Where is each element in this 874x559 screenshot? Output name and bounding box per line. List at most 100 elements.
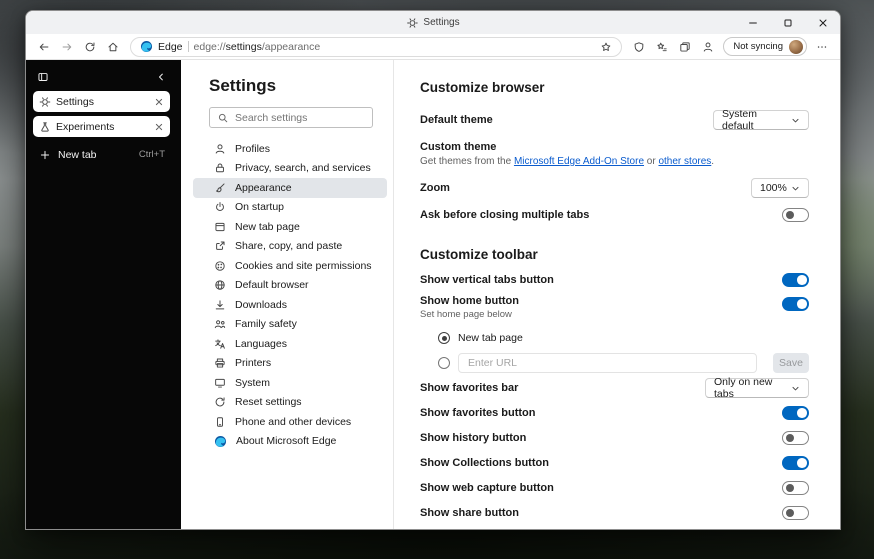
row-label: Show vertical tabs button — [420, 274, 554, 286]
row-label: Show home button — [420, 295, 519, 307]
back-arrow-icon — [38, 41, 50, 53]
browser-essentials-button[interactable] — [628, 37, 650, 57]
user-button[interactable] — [697, 37, 719, 57]
tab-label: Settings — [56, 95, 94, 108]
address-bar[interactable]: Edge edge://settings/appearance — [130, 36, 623, 57]
row-label: Show Collections button — [420, 457, 549, 469]
sidebar-item-new-tab-page[interactable]: New tab page — [193, 217, 387, 237]
refresh-icon — [84, 41, 96, 53]
zoom-dropdown[interactable]: 100% — [751, 178, 809, 198]
minimize-button[interactable] — [735, 11, 770, 34]
sidebar-item-cookies-and-site-permissions[interactable]: Cookies and site permissions — [193, 256, 387, 276]
sidebar-item-appearance[interactable]: Appearance — [193, 178, 387, 198]
forward-button[interactable] — [56, 37, 78, 57]
sidebar-item-about-microsoft-edge[interactable]: About Microsoft Edge — [193, 432, 387, 452]
show-web-capture-button-toggle[interactable] — [782, 481, 809, 495]
add-favorite-icon[interactable] — [600, 41, 612, 53]
titlebar[interactable]: Settings — [26, 11, 840, 34]
show-collections-button-toggle[interactable] — [782, 456, 809, 470]
zoom-label: Zoom — [420, 182, 450, 194]
home-url-option[interactable]: Enter URL Save — [438, 353, 809, 373]
sidebar-item-printers[interactable]: Printers — [193, 354, 387, 374]
sidebar-item-share-copy-and-paste[interactable]: Share, copy, and paste — [193, 237, 387, 257]
close-button[interactable] — [805, 11, 840, 34]
show-favorites-button-toggle[interactable] — [782, 406, 809, 420]
addon-store-link[interactable]: Microsoft Edge Add-On Store — [514, 156, 644, 167]
back-button[interactable] — [33, 37, 55, 57]
edge-window: Settings Edge edge://settings/appearance… — [25, 10, 841, 530]
show-share-button-toggle[interactable] — [782, 506, 809, 520]
favorites-button[interactable] — [651, 37, 673, 57]
family-icon — [214, 318, 226, 330]
save-button[interactable]: Save — [773, 353, 809, 373]
maximize-button[interactable] — [770, 11, 805, 34]
home-newtab-option[interactable]: New tab page — [438, 328, 809, 348]
radio-unselected-icon[interactable] — [438, 357, 450, 369]
other-stores-link[interactable]: other stores — [658, 156, 711, 167]
collections-button[interactable] — [674, 37, 696, 57]
sidebar-item-phone-and-other-devices[interactable]: Phone and other devices — [193, 412, 387, 432]
sidebar-item-downloads[interactable]: Downloads — [193, 295, 387, 315]
url-scheme: edge:// — [193, 40, 226, 53]
new-tab-button[interactable]: New tab Ctrl+T — [33, 144, 170, 165]
row-text: Show favorites bar — [420, 382, 518, 394]
url-path: /appearance — [261, 40, 321, 53]
sidebar-item-label: Phone and other devices — [235, 415, 352, 428]
sidebar-item-label: Downloads — [235, 298, 287, 311]
new-tab-label: New tab — [58, 148, 97, 161]
radio-selected-icon[interactable] — [438, 332, 450, 344]
vertical-tab-settings[interactable]: Settings — [33, 91, 170, 112]
sidebar-item-reset-settings[interactable]: Reset settings — [193, 393, 387, 413]
sidebar-item-privacy-search-and-services[interactable]: Privacy, search, and services — [193, 159, 387, 179]
row-text: Show home button Set home page below — [420, 295, 519, 320]
chevron-down-icon — [791, 384, 800, 393]
chevron-down-icon — [791, 184, 800, 193]
sidebar-item-label: Privacy, search, and services — [235, 162, 371, 175]
home-button[interactable] — [102, 37, 124, 57]
search-settings-input[interactable] — [235, 111, 365, 124]
refresh-button[interactable] — [79, 37, 101, 57]
chevron-down-icon — [791, 116, 800, 125]
sidebar-item-label: Reset settings — [235, 396, 302, 409]
show-vertical-tabs-button-toggle[interactable] — [782, 273, 809, 287]
row-text: Show share button — [420, 507, 519, 519]
sidebar-item-default-browser[interactable]: Default browser — [193, 276, 387, 296]
languages-icon — [214, 338, 226, 350]
close-tab-icon[interactable] — [153, 121, 165, 133]
person-icon — [702, 41, 714, 53]
url-placeholder: Enter URL — [468, 357, 518, 369]
vertical-tab-experiments[interactable]: Experiments — [33, 116, 170, 137]
sidebar-item-on-startup[interactable]: On startup — [193, 198, 387, 218]
collapse-pane-icon[interactable] — [155, 71, 167, 83]
show-favorites-bar-dropdown[interactable]: Only on new tabs — [705, 376, 809, 400]
sidebar-item-languages[interactable]: Languages — [193, 334, 387, 354]
sidebar-item-system[interactable]: System — [193, 373, 387, 393]
settings-menu-button[interactable] — [811, 37, 833, 57]
close-tab-icon[interactable] — [153, 96, 165, 108]
ask-before-closing-toggle[interactable] — [782, 208, 809, 222]
new-tab-shortcut: Ctrl+T — [138, 149, 165, 160]
sidebar-item-profiles[interactable]: Profiles — [193, 139, 387, 159]
cookies-icon — [214, 260, 226, 272]
sidebar-item-family-safety[interactable]: Family safety — [193, 315, 387, 335]
power-icon — [214, 201, 226, 213]
custom-theme-desc-prefix: Get themes from the — [420, 156, 514, 167]
default-theme-dropdown[interactable]: System default — [713, 108, 809, 132]
profile-button[interactable]: Not syncing — [723, 37, 807, 56]
vertical-tabs-panel: Settings Experiments New tab Ctrl+T — [26, 60, 181, 529]
search-settings-box[interactable] — [209, 107, 373, 128]
vertical-tabs-icon[interactable] — [37, 71, 49, 83]
show-history-button-toggle[interactable] — [782, 431, 809, 445]
custom-theme-desc-mid: or — [644, 156, 659, 167]
row-sublabel: Set home page below — [420, 309, 512, 320]
sidebar-item-label: System — [235, 376, 271, 389]
show-home-button-toggle[interactable] — [782, 297, 809, 311]
profile-icon — [214, 143, 226, 155]
sidebar-item-label: Profiles — [235, 142, 271, 155]
setting-row-show-share-button: Show share button — [420, 503, 809, 523]
favorites-star-icon — [656, 41, 668, 53]
collections-icon — [679, 41, 691, 53]
home-url-input[interactable]: Enter URL — [458, 353, 757, 373]
close-icon — [817, 17, 829, 29]
reset-icon — [214, 396, 226, 408]
